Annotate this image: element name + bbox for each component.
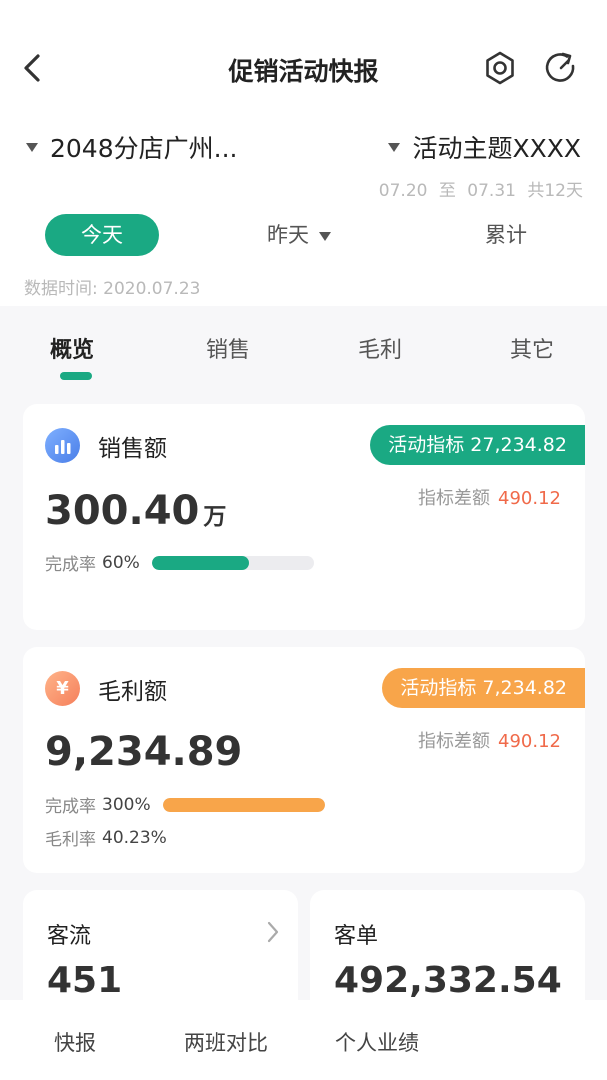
active-tab-indicator [60,372,92,380]
sales-card-header: 销售额 [45,428,167,463]
gross-diff-value: 490.12 [498,731,561,752]
sales-rate-label: 完成率 [45,555,96,575]
period-days: 共12天 [527,181,583,201]
sales-diff-label: 指标差额 [418,488,491,509]
tab-yesterday-label: 昨天 [267,223,309,247]
ticket-value: 492,332.54 [334,960,562,1001]
refresh-icon[interactable] [543,50,579,86]
sales-target-badge: 活动指标 27,234.82 [370,425,585,465]
bottom-tab-report[interactable]: 快报 [54,1027,96,1057]
day-tabs: 今天 昨天 累计 [0,214,607,256]
gross-progress-bar [162,797,325,812]
traffic-label: 客流 [47,924,92,949]
sales-target-diff: 指标差额 490.12 [418,484,561,510]
store-selector[interactable]: 2048分店广州... [26,129,237,165]
gross-profit-card[interactable]: ¥ 毛利额 活动指标 7,234.82 指标差额 490.12 9,234.89 … [23,647,585,873]
sales-value: 300.40 万 [45,488,226,534]
gear-icon[interactable] [482,50,518,86]
sales-title: 销售额 [98,435,167,462]
tab-other[interactable]: 其它 [510,332,554,364]
sales-card[interactable]: 销售额 活动指标 27,234.82 指标差额 490.12 300.40 万 完成… [23,404,585,630]
caret-down-icon [388,142,401,152]
sales-rate-value: 60% [102,552,140,573]
store-name: 2048分店广州... [50,134,238,163]
sales-progress-fill [151,555,249,570]
gross-amount: 9,234.89 [45,729,243,775]
section-tabs: 概览 销售 毛利 其它 [0,306,607,386]
tab-yesterday[interactable]: 昨天 [267,214,331,256]
bottom-tab-personal[interactable]: 个人业绩 [335,1027,419,1057]
ticket-label: 客单 [334,924,379,949]
gross-margin: 毛利率 40.23% [45,825,167,851]
topic-selector[interactable]: 活动主题XXXX [388,129,581,165]
gross-margin-value: 40.23% [102,827,167,848]
yen-icon: ¥ [45,671,80,706]
nav-bar: 促销活动快报 [0,0,607,104]
period-end: 07.31 [467,181,516,201]
bar-chart-icon [45,428,80,463]
gross-title: 毛利额 [98,678,167,705]
gross-target-badge: 活动指标 7,234.82 [382,668,585,708]
tab-overview[interactable]: 概览 [50,332,94,364]
bottom-tab-shift-compare[interactable]: 两班对比 [184,1027,268,1057]
topic-name: 活动主题XXXX [412,134,581,163]
sales-unit: 万 [203,504,227,530]
gross-target-diff: 指标差额 490.12 [418,727,561,753]
period-start: 07.20 [378,181,428,201]
traffic-value: 451 [47,960,123,1001]
sales-amount: 300.40 [45,488,200,534]
period-to: 至 [438,181,456,201]
filter-panel: 2048分店广州... 活动主题XXXX 07.20 至 07.31 共12天 … [0,104,607,306]
gross-card-header: ¥ 毛利额 [45,671,167,706]
data-time: 数据时间: 2020.07.23 [24,279,201,299]
sales-diff-value: 490.12 [498,488,561,509]
bottom-tab-bar: 快报 两班对比 个人业绩 [0,1000,607,1080]
gross-diff-label: 指标差额 [418,731,491,752]
gross-margin-label: 毛利率 [45,830,96,850]
caret-down-icon [26,142,38,152]
gross-rate-label: 完成率 [45,797,96,817]
tab-sales[interactable]: 销售 [206,332,250,364]
sales-progress-bar [151,555,314,570]
activity-period: 07.20 至 07.31 共12天 [373,176,583,201]
tab-total[interactable]: 累计 [485,214,527,256]
gross-progress-fill [162,797,325,812]
sales-completion: 完成率 60% [45,550,314,575]
gross-rate-value: 300% [102,794,151,815]
chevron-right-icon [267,921,279,943]
caret-down-icon [319,231,331,241]
tab-today[interactable]: 今天 [45,214,159,256]
tab-gross-profit[interactable]: 毛利 [358,332,402,364]
gross-completion: 完成率 300% [45,792,325,817]
